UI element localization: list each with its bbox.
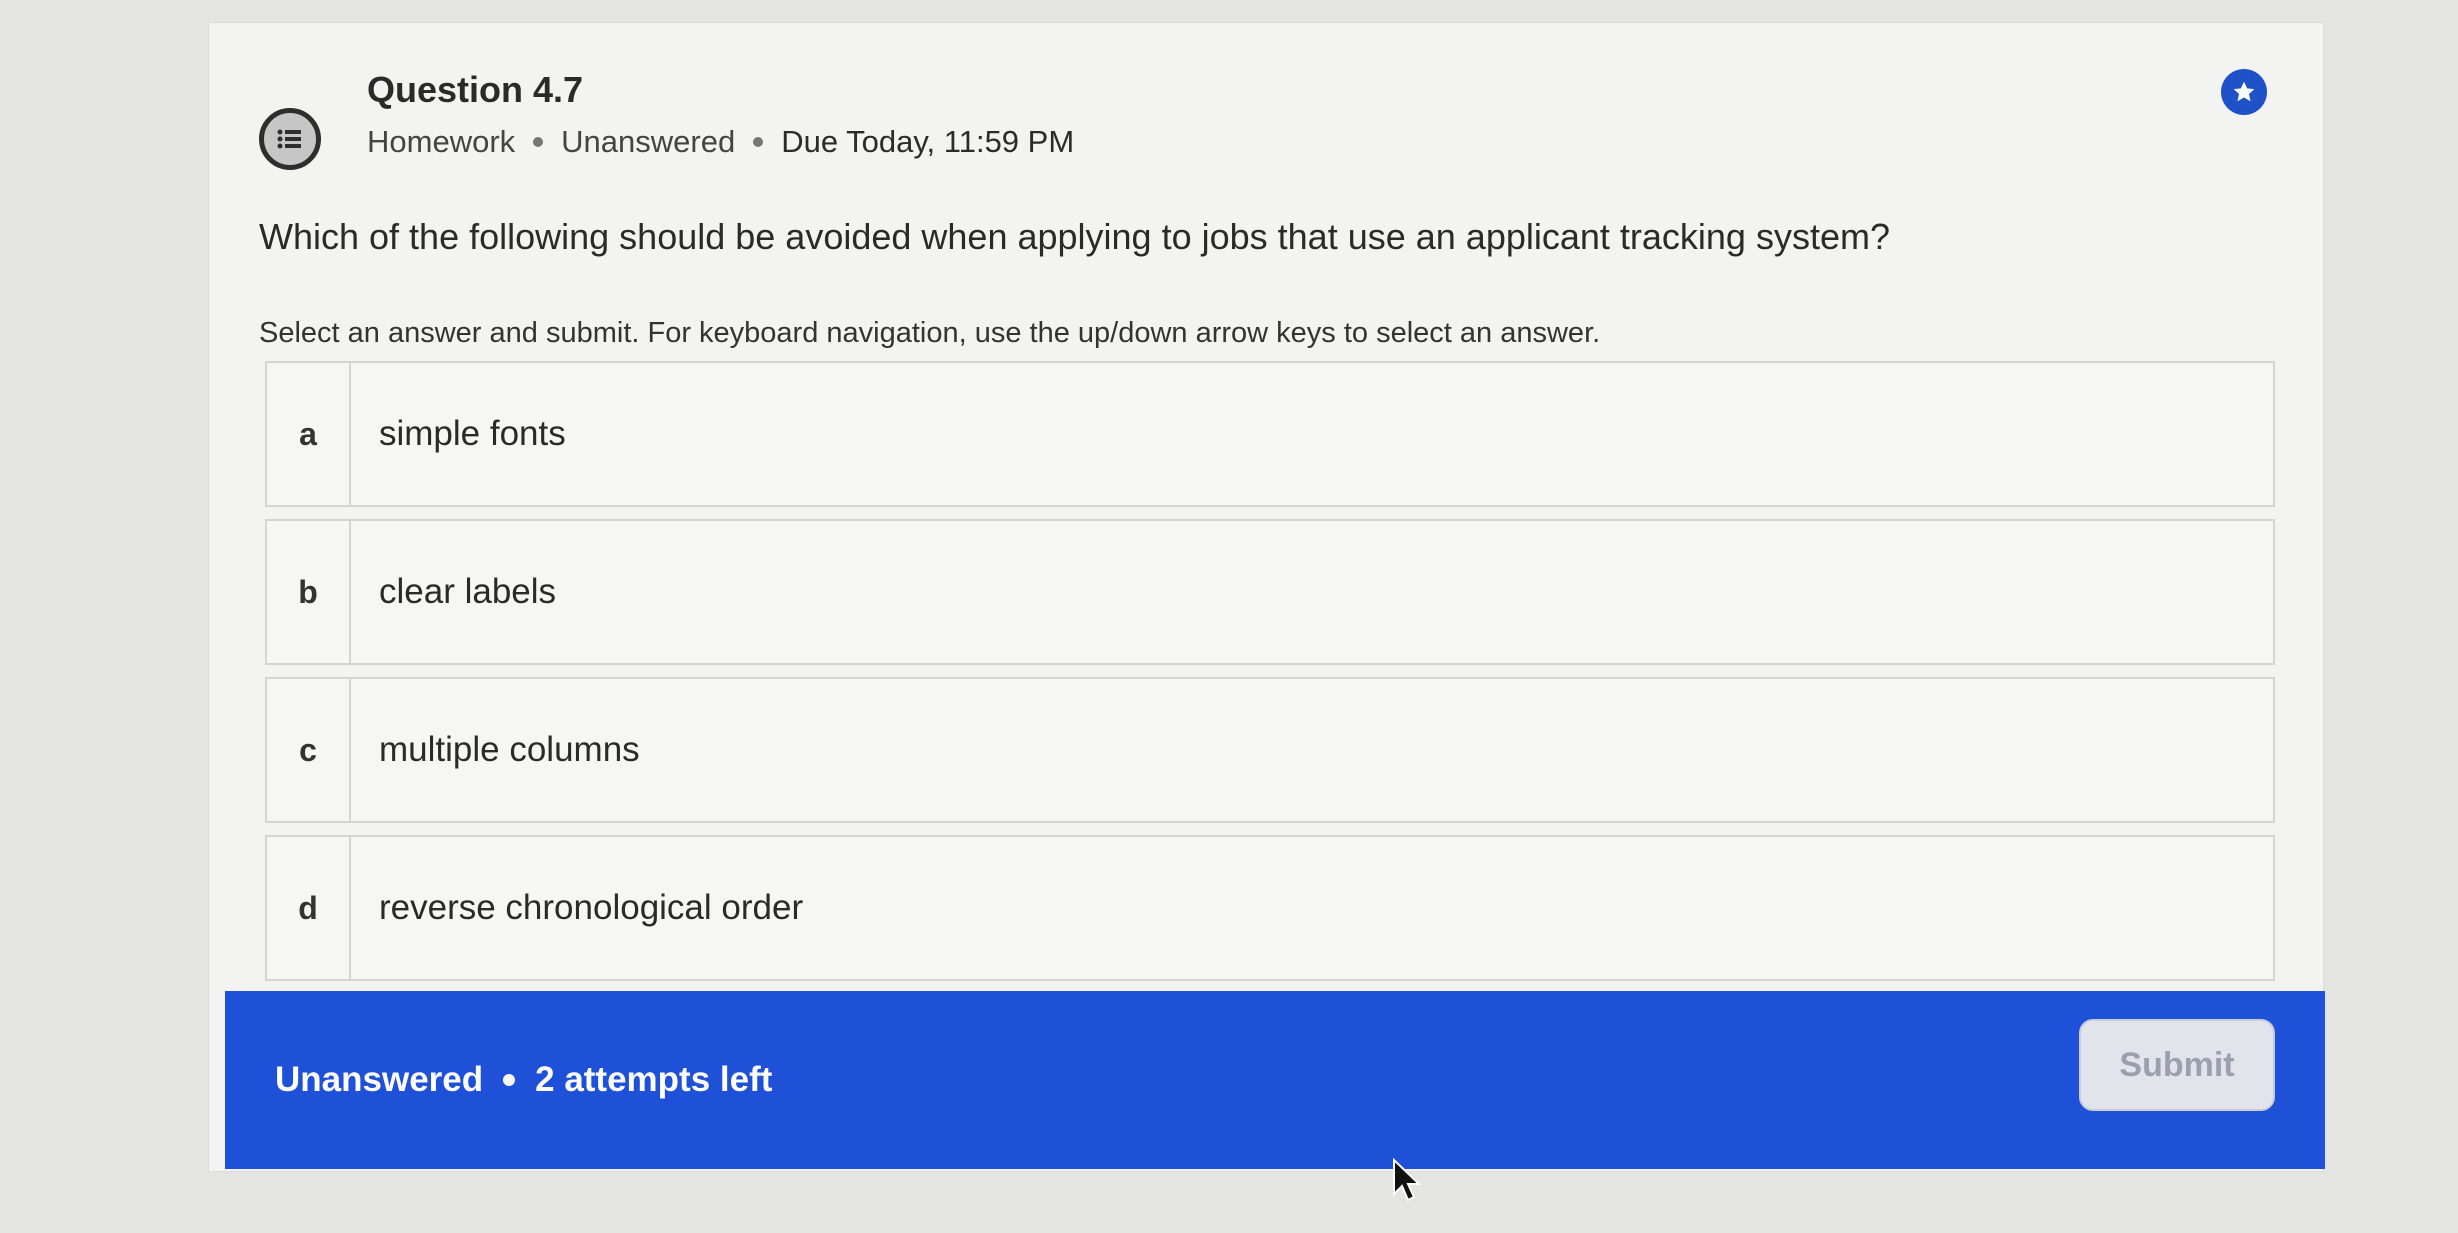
submission-footer: Unanswered 2 attempts left Submit — [225, 991, 2325, 1169]
option-letter: b — [267, 521, 351, 663]
assignment-type: Homework — [367, 124, 516, 159]
question-prompt: Which of the following should be avoided… — [259, 216, 1890, 257]
list-bubble-icon — [259, 108, 321, 170]
answer-option-c[interactable]: c multiple columns — [265, 677, 2275, 823]
attempts-left: 2 attempts left — [535, 1060, 773, 1099]
option-text: reverse chronological order — [379, 888, 804, 927]
question-title: Question 4.7 — [367, 69, 584, 110]
answer-option-a[interactable]: a simple fonts — [265, 361, 2275, 507]
submission-status: Unanswered 2 attempts left — [275, 1060, 772, 1100]
option-text: clear labels — [379, 572, 557, 611]
option-text: multiple columns — [379, 730, 640, 769]
star-icon[interactable] — [2221, 69, 2267, 115]
footer-status: Unanswered — [275, 1060, 484, 1099]
answer-option-b[interactable]: b clear labels — [265, 519, 2275, 665]
option-letter: c — [267, 679, 351, 821]
question-header: Question 4.7 Homework Unanswered Due Tod… — [259, 68, 1074, 170]
due-date: Due Today, 11:59 PM — [781, 124, 1075, 159]
separator-dot — [533, 137, 544, 147]
question-meta: Homework Unanswered Due Today, 11:59 PM — [367, 122, 1074, 162]
mouse-cursor-icon — [1393, 1158, 1422, 1202]
separator-dot — [753, 137, 764, 147]
answer-instructions: Select an answer and submit. For keyboar… — [259, 317, 1601, 349]
question-card: Question 4.7 Homework Unanswered Due Tod… — [208, 22, 2325, 1172]
answer-options: a simple fonts b clear labels c multiple… — [265, 361, 2275, 993]
separator-dot — [503, 1074, 516, 1086]
option-letter: d — [267, 837, 351, 979]
title-block: Question 4.7 Homework Unanswered Due Tod… — [367, 68, 1074, 162]
answer-option-d[interactable]: d reverse chronological order — [265, 835, 2275, 981]
option-letter: a — [267, 363, 351, 505]
submit-button[interactable]: Submit — [2079, 1019, 2275, 1111]
option-text: simple fonts — [379, 414, 566, 453]
answer-status: Unanswered — [561, 124, 736, 159]
